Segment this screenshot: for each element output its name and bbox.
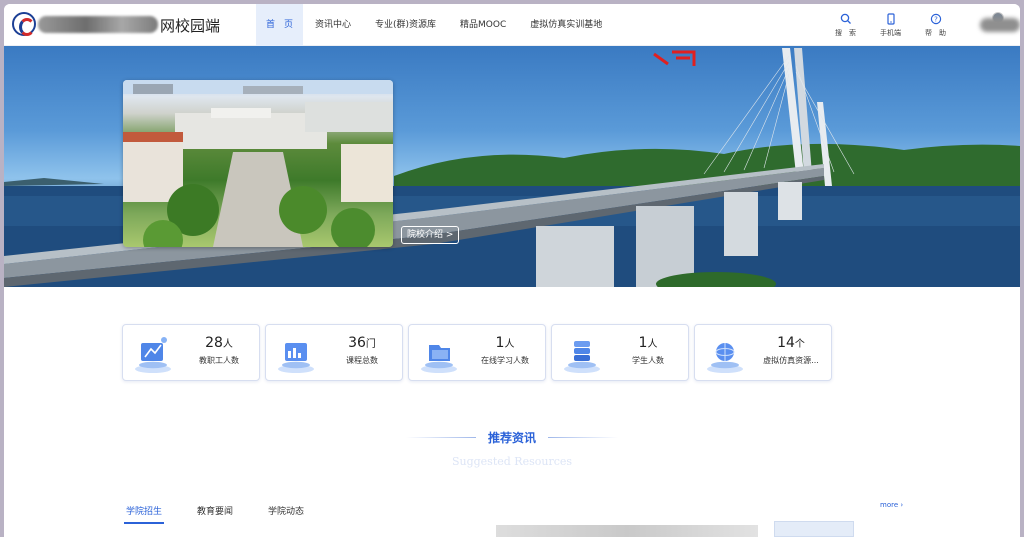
mobile-button[interactable]: 手机端 [868, 10, 913, 42]
stat-courses-value: 36门 [348, 335, 376, 351]
search-icon [823, 10, 868, 24]
stat-card-students[interactable]: 1人 学生人数 [551, 324, 689, 381]
stat-staff-value: 28人 [205, 335, 233, 351]
help-button[interactable]: ? 帮 助 [913, 10, 958, 42]
stat-card-simulation[interactable]: 14个 虚拟仿真资源... [694, 324, 832, 381]
nav-home[interactable]: 首 页 [256, 4, 303, 46]
nav-news-center[interactable]: 资讯中心 [303, 4, 363, 46]
campus-illustration [123, 80, 393, 247]
staff-icon [131, 331, 175, 375]
tab-college-updates[interactable]: 学院动态 [266, 504, 306, 524]
stat-simulation-caption: 虚拟仿真资源... [763, 356, 819, 365]
campus-photo [123, 80, 393, 247]
nav-virtual-sim-base[interactable]: 虚拟仿真实训基地 [518, 4, 614, 46]
simulation-icon [703, 331, 747, 375]
browser-page: 网校园端 首 页 资讯中心 专业(群)资源库 精品MOOC 虚拟仿真实训基地 搜… [4, 4, 1020, 537]
tab-admissions[interactable]: 学院招生 [124, 504, 165, 524]
stat-card-staff[interactable]: 28人 教职工人数 [122, 324, 260, 381]
top-header: 网校园端 首 页 资讯中心 专业(群)资源库 精品MOOC 虚拟仿真实训基地 搜… [4, 4, 1020, 46]
stat-card-online-learning[interactable]: 1人 在线学习人数 [408, 324, 546, 381]
course-icon [274, 331, 318, 375]
more-link[interactable]: more › [880, 501, 903, 509]
stat-online-caption: 在线学习人数 [481, 356, 529, 365]
section-subtitle: Suggested Resources [451, 455, 573, 468]
stat-staff-caption: 教职工人数 [199, 356, 239, 365]
news-tabs: 学院招生 教育要闻 学院动态 [124, 504, 337, 524]
tab-education-news[interactable]: 教育要闻 [195, 504, 235, 524]
mobile-icon [868, 10, 913, 25]
news-thumbnail[interactable] [496, 525, 758, 537]
stats-row: 28人 教职工人数 36门 课程总数 1人 在线学习人数 1人 学生人数 14个… [122, 324, 837, 381]
search-label: 搜 索 [835, 29, 856, 37]
nav-mooc[interactable]: 精品MOOC [448, 4, 518, 46]
header-tools: 搜 索 手机端 ? 帮 助 [823, 10, 958, 42]
stat-simulation-value: 14个 [777, 335, 805, 351]
site-title: 网校园端 [160, 17, 221, 35]
svg-text:?: ? [934, 16, 938, 24]
online-learning-icon [417, 331, 461, 375]
school-logo[interactable] [12, 12, 36, 36]
stat-card-courses[interactable]: 36门 课程总数 [265, 324, 403, 381]
help-label: 帮 助 [925, 29, 946, 37]
stat-students-caption: 学生人数 [632, 356, 664, 365]
section-title: 推荐资讯 [487, 431, 536, 445]
mobile-label: 手机端 [880, 29, 901, 37]
stat-courses-caption: 课程总数 [346, 356, 378, 365]
hero-banner[interactable]: 院校介绍 > [4, 46, 1020, 287]
news-thumbnail-secondary[interactable] [774, 521, 854, 537]
nav-resource-library[interactable]: 专业(群)资源库 [363, 4, 448, 46]
redacted-school-name [38, 16, 158, 33]
main-nav: 首 页 资讯中心 专业(群)资源库 精品MOOC 虚拟仿真实训基地 [256, 4, 614, 46]
student-icon [560, 331, 604, 375]
redacted-username [980, 18, 1020, 32]
stat-students-value: 1人 [638, 335, 658, 351]
stat-online-value: 1人 [495, 335, 515, 351]
college-intro-button[interactable]: 院校介绍 > [401, 226, 460, 244]
search-button[interactable]: 搜 索 [823, 10, 868, 42]
help-icon: ? [913, 10, 958, 25]
